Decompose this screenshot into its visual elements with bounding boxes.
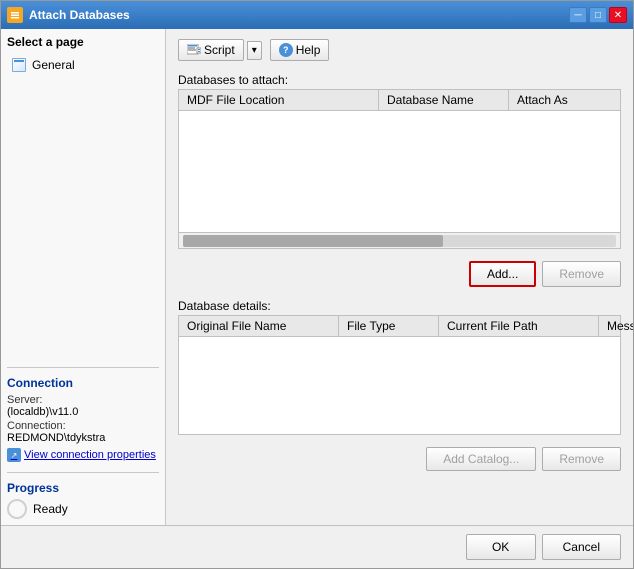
col-message: Message bbox=[599, 316, 633, 336]
details-section: Database details: Original File Name Fil… bbox=[178, 299, 621, 435]
toolbar: Script ▾ ? Help bbox=[178, 39, 621, 61]
progress-spinner bbox=[7, 499, 27, 519]
minimize-button[interactable]: ─ bbox=[569, 7, 587, 23]
script-button[interactable]: Script bbox=[178, 39, 244, 61]
script-icon bbox=[187, 44, 201, 56]
general-page-icon bbox=[11, 57, 27, 73]
connection-section-title: Connection bbox=[7, 376, 159, 390]
connection-label: Connection: bbox=[7, 420, 159, 432]
select-page-label: Select a page bbox=[7, 35, 159, 49]
app-icon bbox=[7, 7, 23, 23]
col-orig-filename: Original File Name bbox=[179, 316, 339, 336]
remove-button[interactable]: Remove bbox=[542, 261, 621, 287]
details-label: Database details: bbox=[178, 299, 621, 313]
progress-section-title: Progress bbox=[7, 481, 159, 495]
footer: OK Cancel bbox=[1, 525, 633, 568]
link-icon: ↗ bbox=[7, 448, 21, 462]
progress-status: Ready bbox=[33, 502, 68, 516]
details-button-row: Add Catalog... Remove bbox=[178, 447, 621, 471]
col-mdf-location: MDF File Location bbox=[179, 90, 379, 110]
col-file-type: File Type bbox=[339, 316, 439, 336]
cancel-button[interactable]: Cancel bbox=[542, 534, 621, 560]
ok-button[interactable]: OK bbox=[466, 534, 536, 560]
content-area: Select a page General Connection Server:… bbox=[1, 29, 633, 525]
scrollbar-thumb bbox=[183, 235, 443, 247]
title-bar-left: Attach Databases bbox=[7, 7, 130, 23]
connection-section: Connection Server: (localdb)\v11.0 Conne… bbox=[7, 367, 159, 462]
horizontal-scrollbar[interactable] bbox=[183, 235, 616, 247]
sidebar: Select a page General Connection Server:… bbox=[1, 29, 166, 525]
window-title: Attach Databases bbox=[29, 8, 130, 22]
close-button[interactable]: ✕ bbox=[609, 7, 627, 23]
databases-label: Databases to attach: bbox=[178, 73, 621, 87]
col-current-path: Current File Path bbox=[439, 316, 599, 336]
server-value: (localdb)\v11.0 bbox=[7, 406, 159, 418]
databases-grid: MDF File Location Database Name Attach A… bbox=[178, 89, 621, 249]
maximize-button[interactable]: □ bbox=[589, 7, 607, 23]
databases-button-row: Add... Remove bbox=[178, 261, 621, 287]
databases-section: Databases to attach: MDF File Location D… bbox=[178, 73, 621, 249]
progress-section: Progress Ready bbox=[7, 472, 159, 519]
help-icon: ? bbox=[279, 43, 293, 57]
details-grid-header: Original File Name File Type Current Fil… bbox=[179, 316, 620, 337]
sidebar-item-general[interactable]: General bbox=[7, 55, 159, 75]
add-catalog-button[interactable]: Add Catalog... bbox=[426, 447, 536, 471]
script-dropdown-button[interactable]: ▾ bbox=[247, 41, 262, 60]
server-label: Server: bbox=[7, 394, 159, 406]
connection-value: REDMOND\tdykstra bbox=[7, 432, 159, 444]
details-grid-body[interactable] bbox=[179, 337, 620, 434]
title-bar: Attach Databases ─ □ ✕ bbox=[1, 1, 633, 29]
details-remove-button[interactable]: Remove bbox=[542, 447, 621, 471]
window-controls: ─ □ ✕ bbox=[569, 7, 627, 23]
col-database-name: Database Name bbox=[379, 90, 509, 110]
details-grid: Original File Name File Type Current Fil… bbox=[178, 315, 621, 435]
databases-grid-body[interactable] bbox=[179, 111, 620, 232]
sidebar-item-label: General bbox=[32, 58, 75, 72]
add-button[interactable]: Add... bbox=[469, 261, 536, 287]
main-window: Attach Databases ─ □ ✕ Select a page Gen… bbox=[0, 0, 634, 569]
progress-content: Ready bbox=[7, 499, 159, 519]
view-connection-link[interactable]: ↗ View connection properties bbox=[7, 448, 159, 462]
horizontal-scrollbar-container bbox=[179, 232, 620, 248]
main-panel: Script ▾ ? Help Databases to attach: MDF… bbox=[166, 29, 633, 525]
databases-grid-header: MDF File Location Database Name Attach A… bbox=[179, 90, 620, 111]
col-attach-as: Attach As bbox=[509, 90, 621, 110]
help-button[interactable]: ? Help bbox=[270, 39, 330, 61]
